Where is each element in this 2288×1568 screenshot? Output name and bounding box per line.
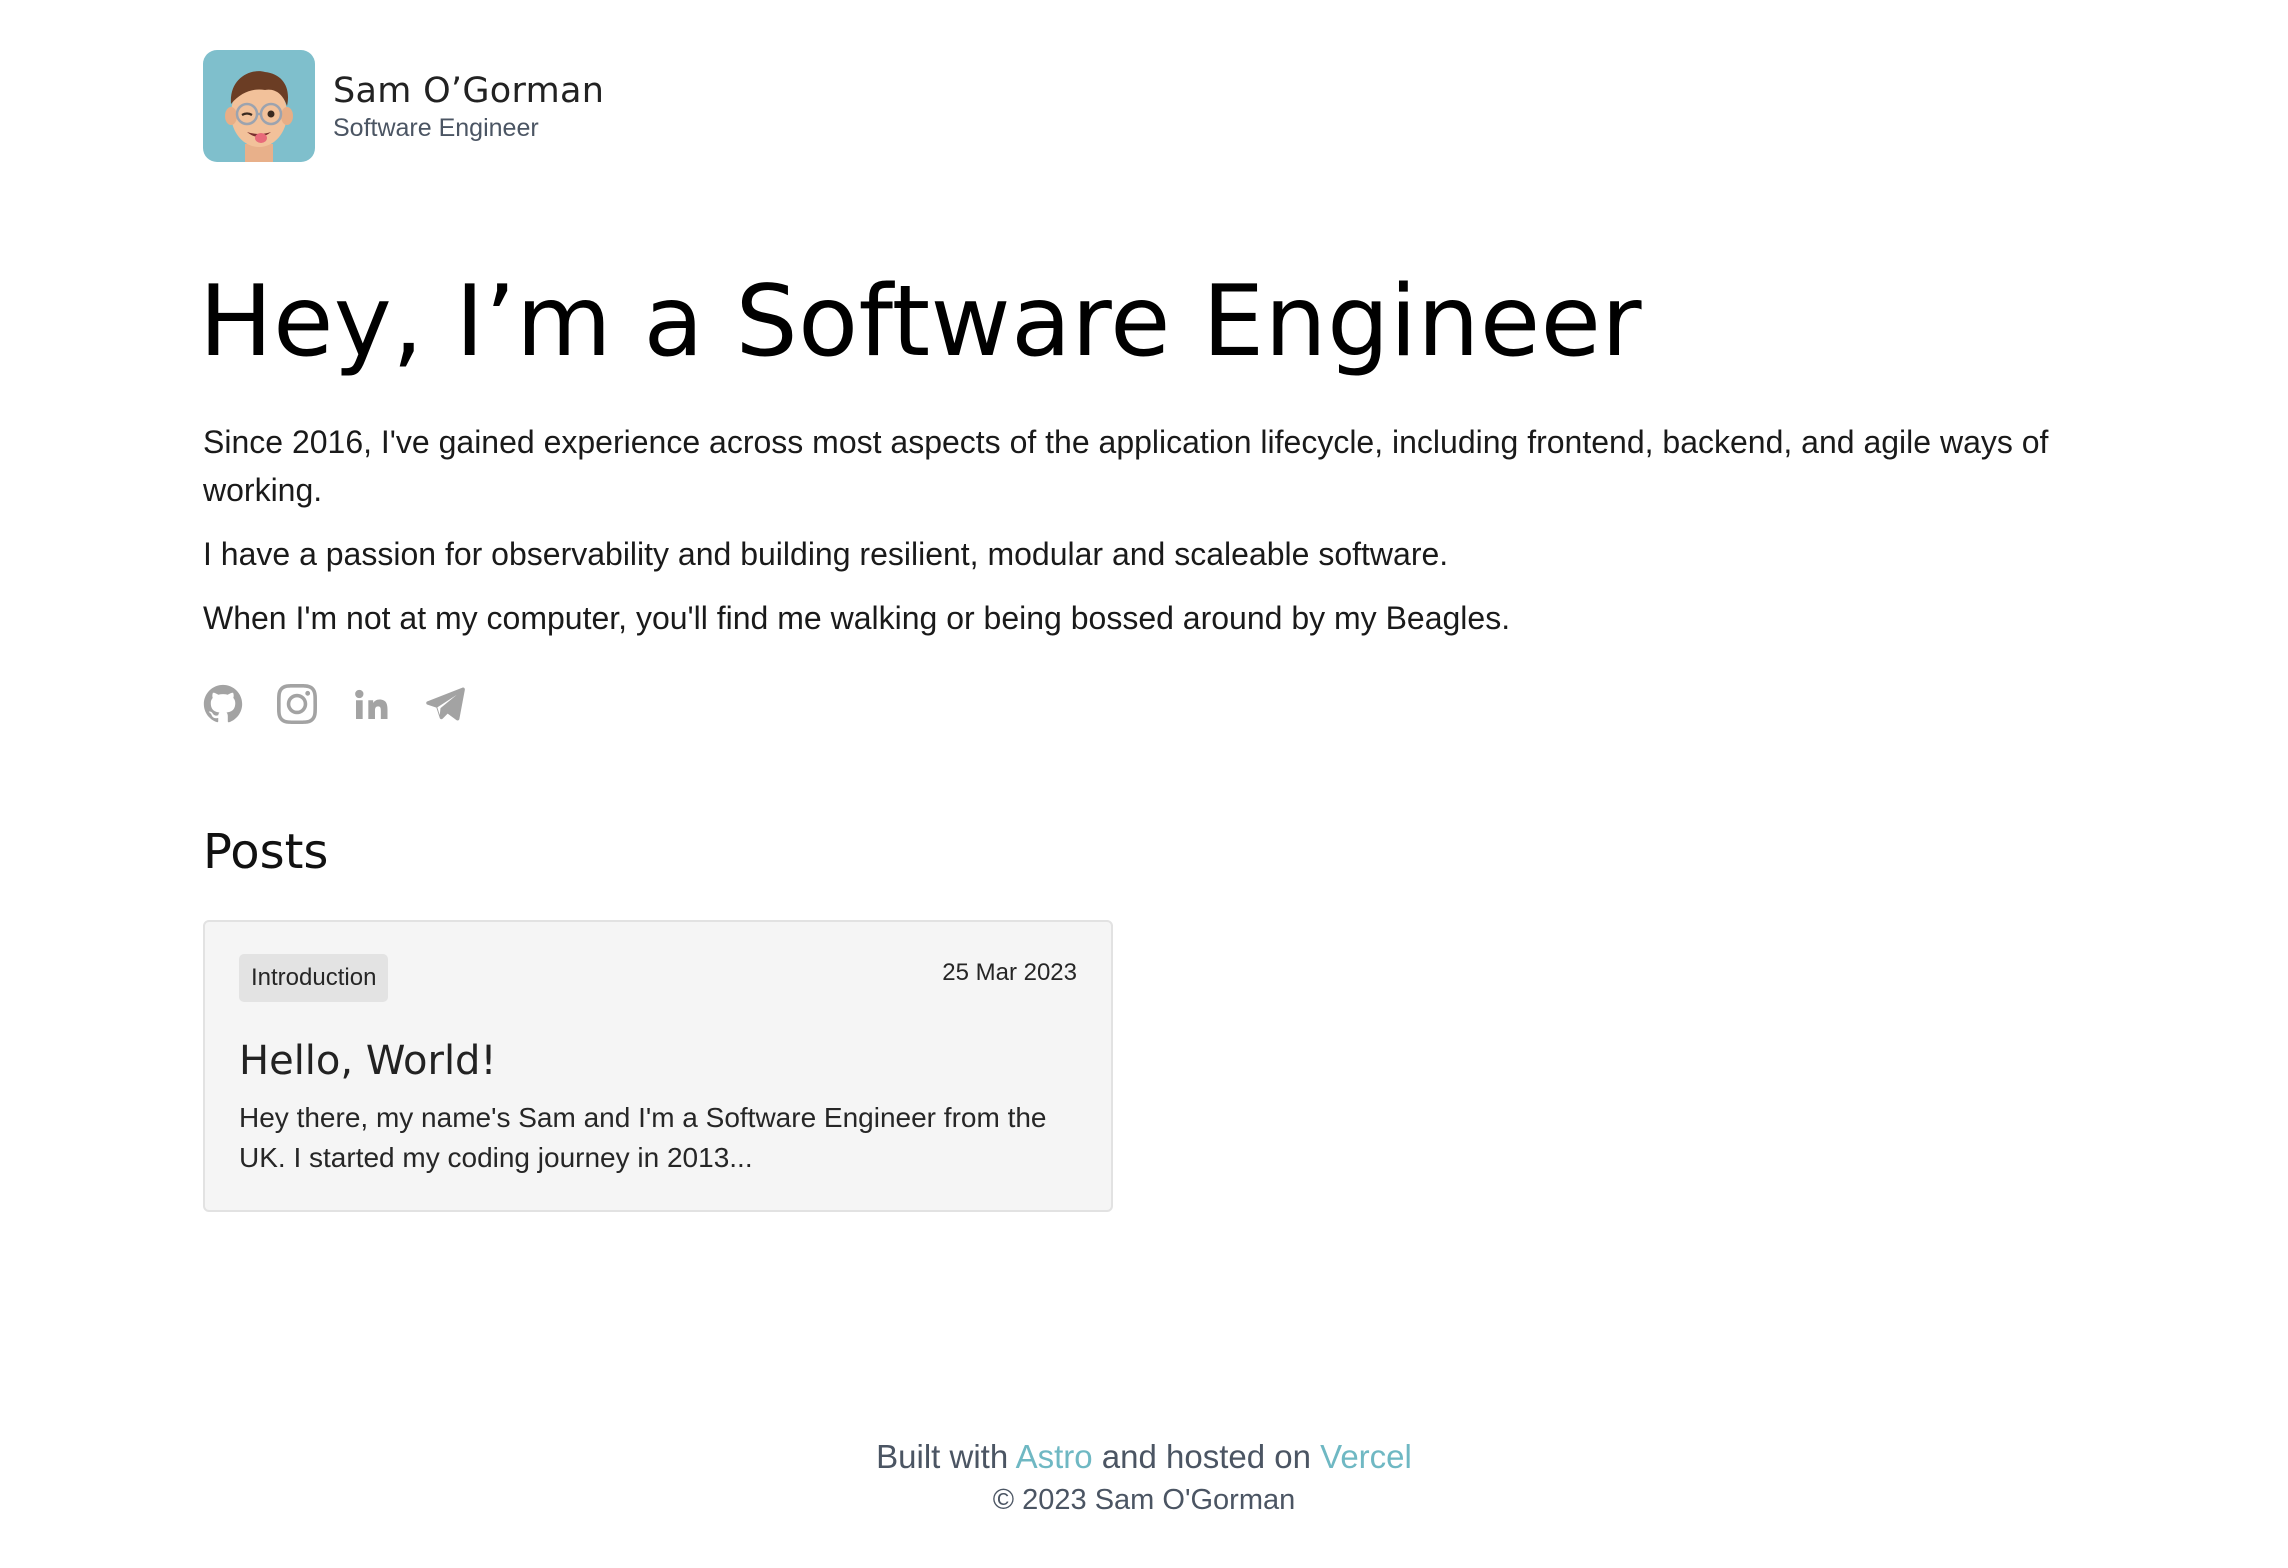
hero-heading: Hey, I’m a Software Engineer <box>199 265 1642 379</box>
footer-credits: Built with Astro and hosted on Vercel <box>0 1434 2288 1480</box>
footer-built-with-text: Built with <box>876 1438 1009 1475</box>
footer-hosted-on-text: and hosted on <box>1101 1438 1311 1475</box>
brand: Sam O’Gorman Software Engineer <box>333 69 604 143</box>
social-links <box>203 684 465 724</box>
page: Sam O’Gorman Software Engineer Hey, I’m … <box>0 0 2288 1568</box>
astro-link[interactable]: Astro <box>1016 1438 1093 1475</box>
github-link[interactable] <box>203 684 243 724</box>
intro-paragraph: I have a passion for observability and b… <box>203 536 1449 572</box>
site-owner-title: Software Engineer <box>333 114 539 142</box>
footer-copyright: © 2023 Sam O'Gorman <box>992 1484 1296 1516</box>
telegram-link[interactable] <box>425 684 465 724</box>
post-meta: Introduction 25 Mar 2023 <box>239 954 1077 1002</box>
intro-paragraph: When I'm not at my computer, you'll find… <box>203 600 1511 636</box>
posts-heading: Posts <box>203 824 329 880</box>
telegram-icon <box>426 687 465 721</box>
vercel-link[interactable]: Vercel <box>1320 1438 1412 1475</box>
post-excerpt: Hey there, my name's Sam and I'm a Softw… <box>239 1102 1047 1173</box>
post-title: Hello, World! <box>239 1038 497 1084</box>
post-date: 25 Mar 2023 <box>942 959 1077 986</box>
linkedin-link[interactable] <box>351 684 391 724</box>
home-link[interactable]: Sam O’Gorman Software Engineer <box>203 50 604 162</box>
instagram-link[interactable] <box>277 684 317 724</box>
intro-paragraph: Since 2016, I've gained experience acros… <box>203 424 2049 508</box>
site-owner-name: Sam O’Gorman <box>333 71 605 111</box>
instagram-icon <box>277 684 317 724</box>
post-tag-badge: Introduction <box>239 954 389 1002</box>
github-icon <box>203 684 243 723</box>
intro-text: Since 2016, I've gained experience acros… <box>203 418 2085 658</box>
site-footer: Built with Astro and hosted on Vercel © … <box>0 1434 2288 1520</box>
post-card[interactable]: Introduction 25 Mar 2023 Hello, World! H… <box>203 920 1113 1212</box>
memoji-avatar-icon <box>225 71 293 162</box>
linkedin-icon <box>355 689 388 719</box>
avatar <box>203 50 315 162</box>
